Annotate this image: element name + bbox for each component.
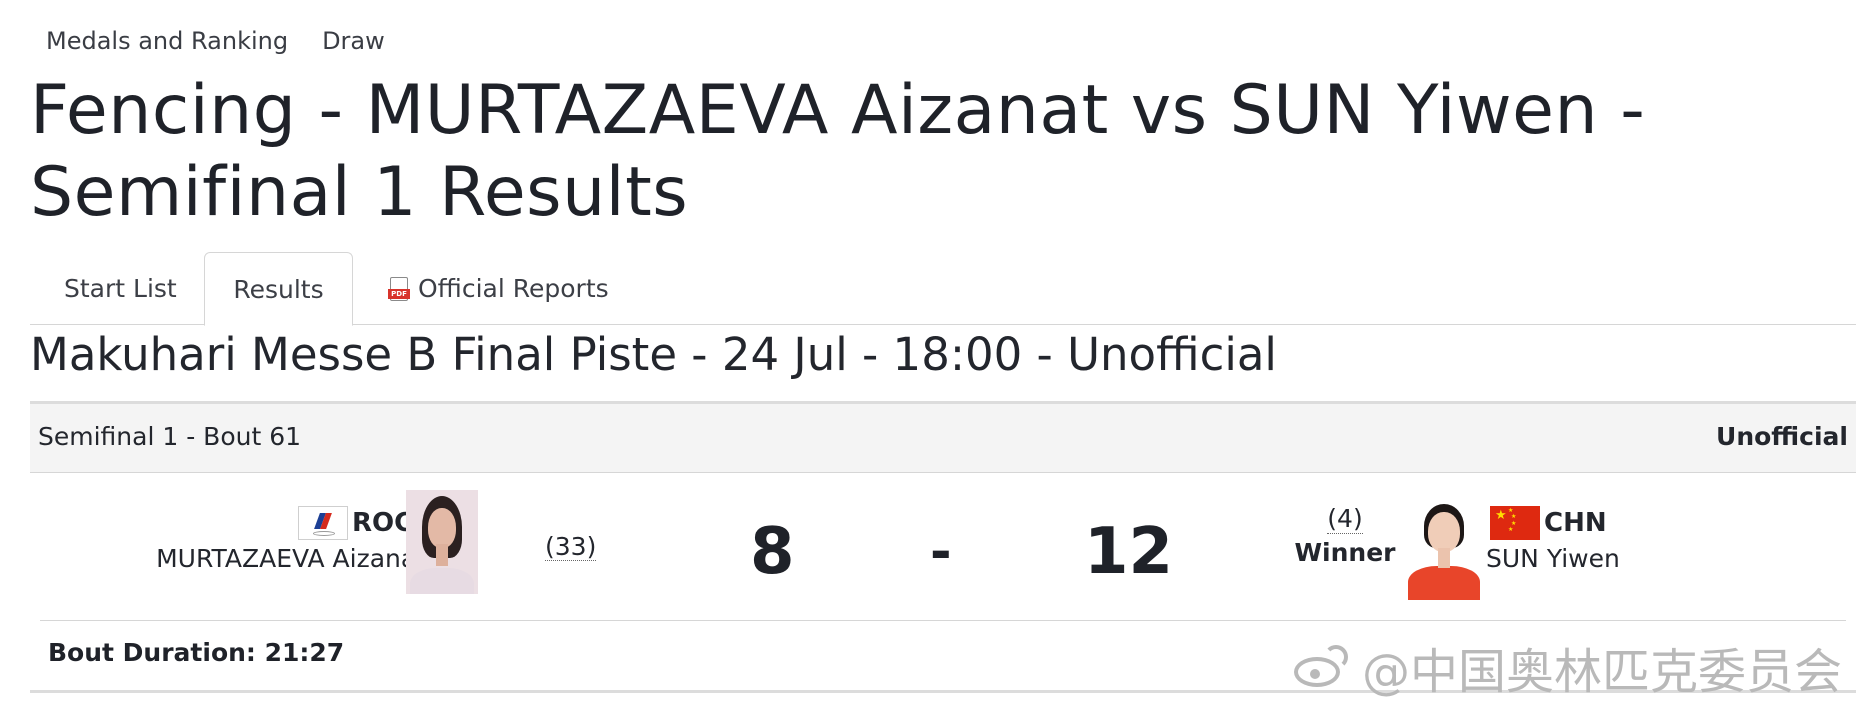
nav-draw[interactable]: Draw xyxy=(322,27,385,55)
athlete2-noc-code: CHN xyxy=(1544,508,1607,538)
venue-heading: Makuhari Messe B Final Piste - 24 Jul - … xyxy=(30,328,1277,381)
bout-title: Semifinal 1 - Bout 61 xyxy=(38,422,302,451)
athlete1-noc: ROC xyxy=(298,506,413,540)
athlete1-photo xyxy=(406,490,478,594)
athlete1-name[interactable]: MURTAZAEVA Aizanat xyxy=(156,544,426,573)
page-title: Fencing - MURTAZAEVA Aizanat vs SUN Yiwe… xyxy=(30,71,1646,232)
athlete1-noc-code: ROC xyxy=(352,508,414,538)
pdf-icon: PDF xyxy=(388,276,410,301)
tab-official-reports[interactable]: PDF Official Reports xyxy=(388,252,609,325)
athlete2-seed: (4) xyxy=(1327,504,1363,534)
nav-medals-and-ranking[interactable]: Medals and Ranking xyxy=(46,27,288,55)
watermark: @中国奥林匹克委员会 xyxy=(1290,632,1842,702)
athlete2-score: 12 xyxy=(1084,515,1174,589)
roc-flag-icon xyxy=(298,506,348,540)
athlete2-name[interactable]: SUN Yiwen xyxy=(1486,544,1620,573)
tab-results[interactable]: Results xyxy=(204,252,353,326)
athlete2-noc: ★ ★ ★ ★ ★ CHN xyxy=(1490,506,1607,540)
bout-result-row: ROC MURTAZAEVA Aizanat (33) 8 - 12 (4) W… xyxy=(30,474,1856,622)
chn-flag-icon: ★ ★ ★ ★ ★ xyxy=(1490,506,1540,540)
tab-official-reports-label: Official Reports xyxy=(418,274,609,303)
watermark-text: @中国奥林匹克委员会 xyxy=(1362,644,1843,700)
top-navigation: Medals and Ranking Draw xyxy=(46,24,385,58)
bout-header: Semifinal 1 - Bout 61 Unofficial xyxy=(30,401,1856,473)
row-divider xyxy=(40,620,1846,621)
score-separator: - xyxy=(930,522,952,582)
tab-start-list[interactable]: Start List xyxy=(64,252,177,325)
weibo-icon xyxy=(1290,643,1352,691)
tab-bar: Start List Results PDF Official Reports xyxy=(30,252,1856,326)
athlete1-seed: (33) xyxy=(545,532,597,561)
bout-duration: Bout Duration: 21:27 xyxy=(48,638,345,667)
bout-status: Unofficial xyxy=(1716,422,1848,451)
winner-label: Winner xyxy=(1294,538,1396,567)
athlete2-photo xyxy=(1408,496,1480,600)
athlete1-score: 8 xyxy=(750,515,795,589)
